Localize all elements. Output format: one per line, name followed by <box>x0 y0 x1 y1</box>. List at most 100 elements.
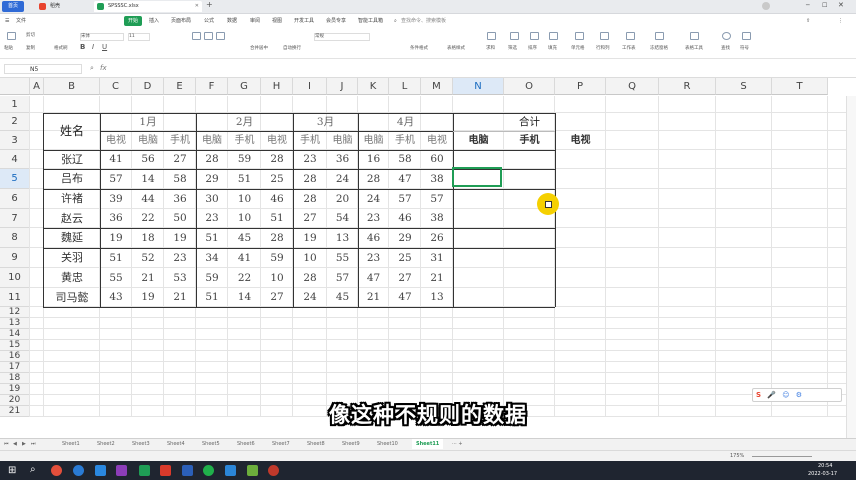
data-cell[interactable]: 25 <box>261 169 293 189</box>
sheet-tab[interactable]: Sheet6 <box>237 441 255 447</box>
data-cell[interactable]: 45 <box>228 228 261 248</box>
column-header-i[interactable]: I <box>293 78 327 95</box>
total-header[interactable]: 合计 <box>453 113 606 131</box>
column-header-g[interactable]: G <box>228 78 261 95</box>
row-header-7[interactable]: 7 <box>0 209 30 228</box>
data-cell[interactable]: 27 <box>389 268 421 288</box>
sheet-nav-icon[interactable]: ▶ <box>22 441 26 447</box>
row-header-14[interactable]: 14 <box>0 329 30 340</box>
data-cell[interactable]: 23 <box>196 209 228 228</box>
wps-s-icon[interactable]: S <box>756 391 761 399</box>
column-header-q[interactable]: Q <box>606 78 659 95</box>
sum-button[interactable]: 求和 <box>486 46 495 52</box>
data-cell[interactable]: 57 <box>327 268 358 288</box>
data-cell[interactable]: 13 <box>327 228 358 248</box>
data-cell[interactable]: 58 <box>389 150 421 169</box>
column-header-f[interactable]: F <box>196 78 228 95</box>
sheet-tab[interactable]: Sheet11 <box>412 439 444 449</box>
column-header-k[interactable]: K <box>358 78 389 95</box>
fill-button[interactable]: 填充 <box>548 46 557 52</box>
column-subheader[interactable]: 电脑 <box>196 131 228 150</box>
avatar[interactable] <box>762 2 770 10</box>
data-cell[interactable]: 28 <box>358 169 389 189</box>
data-cell[interactable]: 19 <box>293 228 327 248</box>
screen-recorder-icon[interactable] <box>225 465 236 476</box>
data-cell[interactable]: 52 <box>132 248 164 268</box>
data-cell[interactable]: 36 <box>164 189 196 209</box>
data-cell[interactable]: 24 <box>358 189 389 209</box>
sheet-tab[interactable]: Sheet5 <box>202 441 220 447</box>
column-header-s[interactable]: S <box>716 78 772 95</box>
data-cell[interactable]: 31 <box>421 248 453 268</box>
data-cell[interactable]: 56 <box>132 150 164 169</box>
data-cell[interactable]: 51 <box>100 248 132 268</box>
menu-page-layout[interactable]: 页面布局 <box>171 17 191 25</box>
column-header-h[interactable]: H <box>261 78 293 95</box>
zoom-icon[interactable]: ⌕ <box>90 64 94 73</box>
name-header[interactable]: 姓名 <box>44 113 100 150</box>
search-icon[interactable]: ⌕ <box>30 464 36 475</box>
data-cell[interactable]: 28 <box>293 169 327 189</box>
close-icon[interactable]: ✕ <box>838 1 844 9</box>
column-subheader[interactable]: 电脑 <box>132 131 164 150</box>
name-cell[interactable]: 许褚 <box>44 189 100 209</box>
row-col-icon[interactable] <box>600 32 609 40</box>
row-header-10[interactable]: 10 <box>0 268 30 288</box>
name-cell[interactable]: 吕布 <box>44 169 100 189</box>
close-tab-icon[interactable]: ✕ <box>195 1 199 12</box>
column-header-e[interactable]: E <box>164 78 196 95</box>
zoom-slider[interactable] <box>752 456 812 457</box>
data-cell[interactable]: 29 <box>196 169 228 189</box>
data-cell[interactable]: 21 <box>421 268 453 288</box>
data-cell[interactable]: 59 <box>228 150 261 169</box>
data-cell[interactable]: 57 <box>421 189 453 209</box>
data-cell[interactable]: 47 <box>389 169 421 189</box>
paste-icon[interactable] <box>7 32 16 40</box>
excel-icon[interactable] <box>139 465 150 476</box>
copy-button[interactable]: 复制 <box>26 46 35 52</box>
data-cell[interactable]: 39 <box>100 189 132 209</box>
filter-button[interactable]: 筛选 <box>508 46 517 52</box>
sheet-nav-icon[interactable]: ⏮ <box>4 441 9 447</box>
clock-time[interactable]: 20:54 <box>818 463 832 469</box>
row-header-12[interactable]: 12 <box>0 307 30 318</box>
data-cell[interactable]: 55 <box>100 268 132 288</box>
app-icon[interactable] <box>247 465 258 476</box>
data-cell[interactable]: 10 <box>228 209 261 228</box>
name-cell[interactable]: 黄忠 <box>44 268 100 288</box>
data-cell[interactable]: 28 <box>293 268 327 288</box>
font-size-select[interactable]: 11 <box>128 33 150 41</box>
sheet-tab[interactable]: Sheet4 <box>167 441 185 447</box>
row-header-8[interactable]: 8 <box>0 228 30 248</box>
table-tools-icon[interactable] <box>690 32 699 40</box>
menu-formulas[interactable]: 公式 <box>204 17 214 25</box>
row-header-11[interactable]: 11 <box>0 288 30 307</box>
row-header-13[interactable]: 13 <box>0 318 30 329</box>
data-cell[interactable]: 46 <box>389 209 421 228</box>
column-subheader[interactable]: 电脑 <box>453 131 504 150</box>
command-search[interactable]: 查找命令、搜索模板 <box>401 17 446 25</box>
row-col-button[interactable]: 行和列 <box>596 46 610 52</box>
data-cell[interactable]: 28 <box>261 150 293 169</box>
formula-input[interactable] <box>114 64 824 74</box>
zoom-level[interactable]: 175% <box>730 453 744 459</box>
data-cell[interactable]: 19 <box>132 288 164 307</box>
vertical-scrollbar[interactable] <box>846 96 856 438</box>
data-cell[interactable]: 22 <box>228 268 261 288</box>
menu-insert[interactable]: 插入 <box>149 17 159 25</box>
number-format-select[interactable]: 常规 <box>314 33 370 41</box>
menu-home[interactable]: 开始 <box>124 16 143 26</box>
filter-icon[interactable] <box>510 32 519 40</box>
bold-button[interactable]: B <box>80 44 85 51</box>
settings-icon[interactable]: ⚙ <box>796 391 802 399</box>
table-style-button[interactable]: 表格样式 <box>447 46 465 52</box>
sheet-nav-icon[interactable]: ◀ <box>13 441 17 447</box>
data-cell[interactable]: 18 <box>132 228 164 248</box>
column-subheader[interactable]: 电脑 <box>358 131 389 150</box>
wechat-icon[interactable] <box>203 465 214 476</box>
row-header-19[interactable]: 19 <box>0 384 30 395</box>
month-header[interactable]: 3月 <box>293 113 358 131</box>
column-header-t[interactable]: T <box>772 78 828 95</box>
sheet-tab[interactable]: Sheet7 <box>272 441 290 447</box>
column-subheader[interactable]: 手机 <box>228 131 261 150</box>
